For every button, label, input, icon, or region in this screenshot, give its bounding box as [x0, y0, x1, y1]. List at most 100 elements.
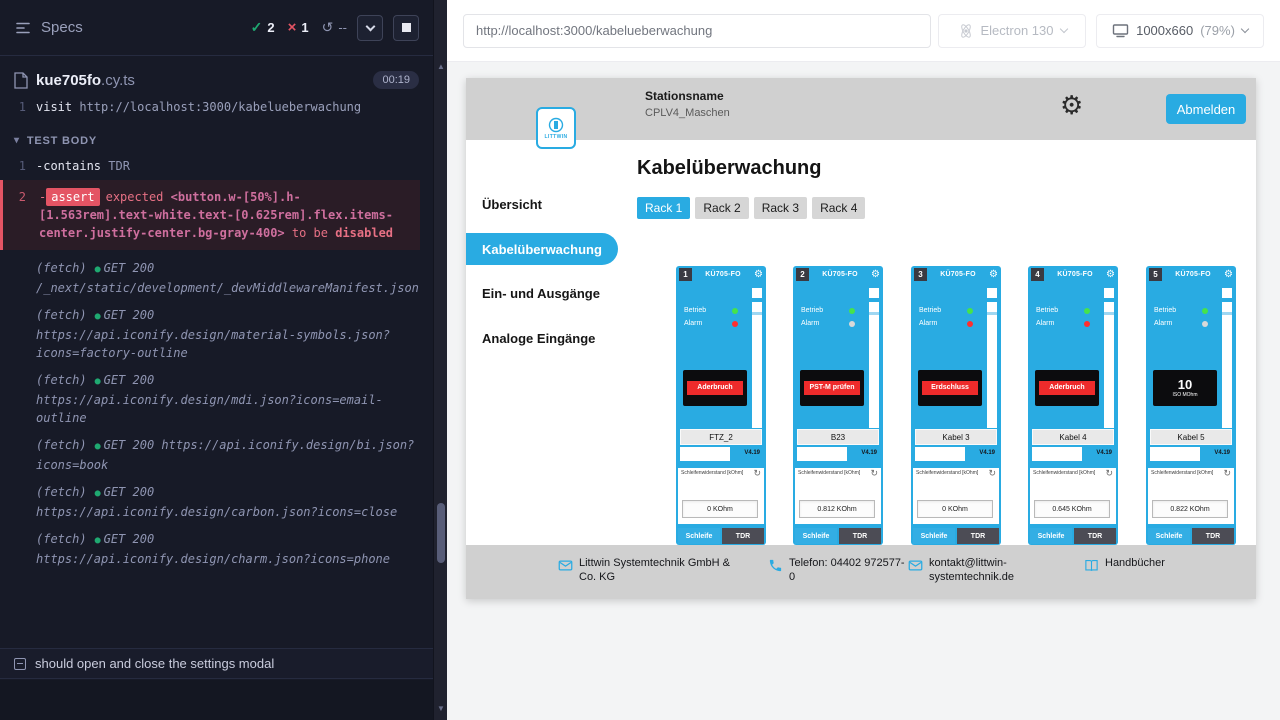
- device-gear-icon[interactable]: ⚙: [871, 270, 880, 280]
- tdr-button[interactable]: TDR: [1074, 528, 1116, 544]
- stop-run-button[interactable]: [393, 15, 419, 41]
- url-input[interactable]: [463, 14, 931, 48]
- assert-expected-text: expected: [106, 190, 164, 204]
- tdr-button[interactable]: TDR: [839, 528, 881, 544]
- device-gear-icon[interactable]: ⚙: [1106, 270, 1115, 280]
- device-number: 2: [796, 268, 809, 281]
- schleife-button[interactable]: Schleife: [1030, 528, 1072, 544]
- chevron-down-icon: [1059, 25, 1067, 33]
- sidebar-item-ein-und-ausgaenge[interactable]: Ein- und Ausgänge: [482, 286, 600, 301]
- refresh-icon[interactable]: ↻: [870, 469, 878, 478]
- fetch-url: https://api.iconify.design/material-symb…: [36, 328, 390, 360]
- browser-select[interactable]: Electron 130: [938, 14, 1086, 48]
- fetch-status: GET 200: [104, 438, 155, 452]
- spec-name: kue705fo: [36, 72, 101, 89]
- tdr-button[interactable]: TDR: [1192, 528, 1234, 544]
- line-number: 2: [0, 188, 26, 206]
- device-card-4: 4 KÜ705-FO ⚙ Betrieb Alarm Aderbruch Kab…: [1028, 266, 1118, 545]
- refresh-icon[interactable]: ↻: [1105, 469, 1113, 478]
- fetch-log-row[interactable]: (fetch)●GET 200 /_next/static/developmen…: [0, 259, 420, 297]
- failed-count: 1: [301, 20, 308, 35]
- betrieb-led: [967, 308, 973, 314]
- fetch-log-row[interactable]: (fetch)●GET 200 https://api.iconify.desi…: [0, 371, 420, 427]
- spec-file-row[interactable]: kue705fo .cy.ts 00:19: [0, 56, 433, 98]
- device-model: KÜ705-FO: [1165, 271, 1221, 278]
- fetch-log-row[interactable]: (fetch)●GET 200 https://api.iconify.desi…: [0, 483, 420, 521]
- reporter-scrollbar[interactable]: ▲ ▼: [433, 0, 447, 720]
- betrieb-indicator: Betrieb: [1154, 307, 1208, 314]
- schleife-button[interactable]: Schleife: [678, 528, 720, 544]
- stage: Electron 130 1000x660 (79%): [447, 0, 1280, 720]
- refresh-icon[interactable]: ↻: [753, 469, 761, 478]
- specs-list-icon[interactable]: [14, 19, 32, 37]
- betrieb-label: Betrieb: [801, 307, 823, 314]
- fetch-log-row[interactable]: (fetch)●GET 200 https://api.iconify.desi…: [0, 306, 420, 362]
- contains-command-row[interactable]: 1 -contains TDR: [0, 157, 420, 175]
- sidebar-item-uebersicht[interactable]: Übersicht: [482, 197, 542, 212]
- betrieb-indicator: Betrieb: [1036, 307, 1090, 314]
- chevron-down-icon: [365, 21, 375, 31]
- resistance-value: 0.645 KOhm: [1034, 500, 1110, 518]
- scroll-down-icon[interactable]: ▼: [434, 702, 448, 716]
- fetch-log-row[interactable]: (fetch)●GET 200 https://api.iconify.desi…: [0, 436, 420, 474]
- resistance-value: 0.812 KOhm: [799, 500, 875, 518]
- alarm-indicator: Alarm: [801, 320, 855, 327]
- refresh-icon[interactable]: ↻: [1223, 469, 1231, 478]
- schleife-button[interactable]: Schleife: [913, 528, 955, 544]
- device-gear-icon[interactable]: ⚙: [754, 270, 763, 280]
- schleife-button[interactable]: Schleife: [795, 528, 837, 544]
- collapsed-test-row[interactable]: should open and close the settings modal: [0, 648, 433, 679]
- reporter-header: Specs ✓ 2 × 1 ↺ --: [0, 0, 433, 56]
- device-gear-icon[interactable]: ⚙: [1224, 270, 1233, 280]
- stage-header: Electron 130 1000x660 (79%): [447, 0, 1280, 62]
- logout-button[interactable]: Abmelden: [1166, 94, 1246, 124]
- device-number: 3: [914, 268, 927, 281]
- collapsed-test-title: should open and close the settings modal: [35, 656, 274, 671]
- status-dot-icon: ●: [95, 311, 101, 322]
- specs-label[interactable]: Specs: [41, 19, 83, 36]
- alarm-led: [849, 321, 855, 327]
- visit-command: visit: [36, 100, 72, 114]
- betrieb-label: Betrieb: [1036, 307, 1058, 314]
- visit-command-row[interactable]: 1 visit http://localhost:3000/kabelueber…: [0, 98, 420, 116]
- status-display: 10 ISO MOhm: [1153, 370, 1217, 406]
- sidebar-item-analoge-eingaenge[interactable]: Analoge Eingänge: [482, 331, 595, 346]
- cable-indicator: [869, 302, 879, 428]
- settings-gear-icon[interactable]: ⚙: [1060, 92, 1083, 118]
- tab-rack-3[interactable]: Rack 3: [754, 197, 807, 219]
- fetch-status: GET 200: [104, 532, 155, 546]
- line-number: 1: [0, 98, 26, 116]
- collapse-reporter-button[interactable]: [357, 15, 383, 41]
- page-title: Kabelüberwachung: [637, 157, 821, 180]
- scrollbar-thumb[interactable]: [437, 503, 445, 563]
- schleife-button[interactable]: Schleife: [1148, 528, 1190, 544]
- alarm-label: Alarm: [1036, 320, 1054, 327]
- tdr-button[interactable]: TDR: [722, 528, 764, 544]
- fetch-log-row[interactable]: (fetch)●GET 200 https://api.iconify.desi…: [0, 530, 420, 568]
- firmware-version: V4.19: [1214, 450, 1230, 456]
- viewport-select[interactable]: 1000x660 (79%): [1096, 14, 1264, 48]
- device-card-1: 1 KÜ705-FO ⚙ Betrieb Alarm Aderbruch FTZ…: [676, 266, 766, 545]
- failed-assert-row[interactable]: 2 -assertexpected <button.w-[50%].h-[1.5…: [0, 180, 420, 250]
- tab-rack-2[interactable]: Rack 2: [695, 197, 748, 219]
- scroll-up-icon[interactable]: ▲: [434, 60, 448, 74]
- company-name: Littwin Systemtechnik GmbH & Co. KG: [579, 557, 739, 585]
- passed-count: 2: [267, 20, 274, 35]
- sidebar-item-kabelueberwachung[interactable]: Kabelüberwachung: [466, 233, 618, 265]
- cable-name: Kabel 3: [915, 429, 997, 445]
- footer-manuals-link[interactable]: Handbücher: [1084, 557, 1165, 573]
- cable-indicator: [987, 302, 997, 428]
- status-text: Aderbruch: [1039, 381, 1095, 395]
- device-gear-icon[interactable]: ⚙: [989, 270, 998, 280]
- test-body-section[interactable]: ▾ TEST BODY: [0, 120, 420, 157]
- status-dot-icon: ●: [95, 488, 101, 499]
- refresh-icon[interactable]: ↻: [988, 469, 996, 478]
- tab-rack-4[interactable]: Rack 4: [812, 197, 865, 219]
- resistance-panel: Schleifenwiderstand [kOhm] ↻ 0.812 KOhm: [795, 468, 881, 524]
- littwin-logo: LITTWIN: [536, 107, 576, 149]
- device-card-3: 3 KÜ705-FO ⚙ Betrieb Alarm Erdschluss Ka…: [911, 266, 1001, 545]
- pending-count: --: [338, 20, 347, 35]
- fetch-status: GET 200: [104, 308, 155, 322]
- tdr-button[interactable]: TDR: [957, 528, 999, 544]
- tab-rack-1[interactable]: Rack 1: [637, 197, 690, 219]
